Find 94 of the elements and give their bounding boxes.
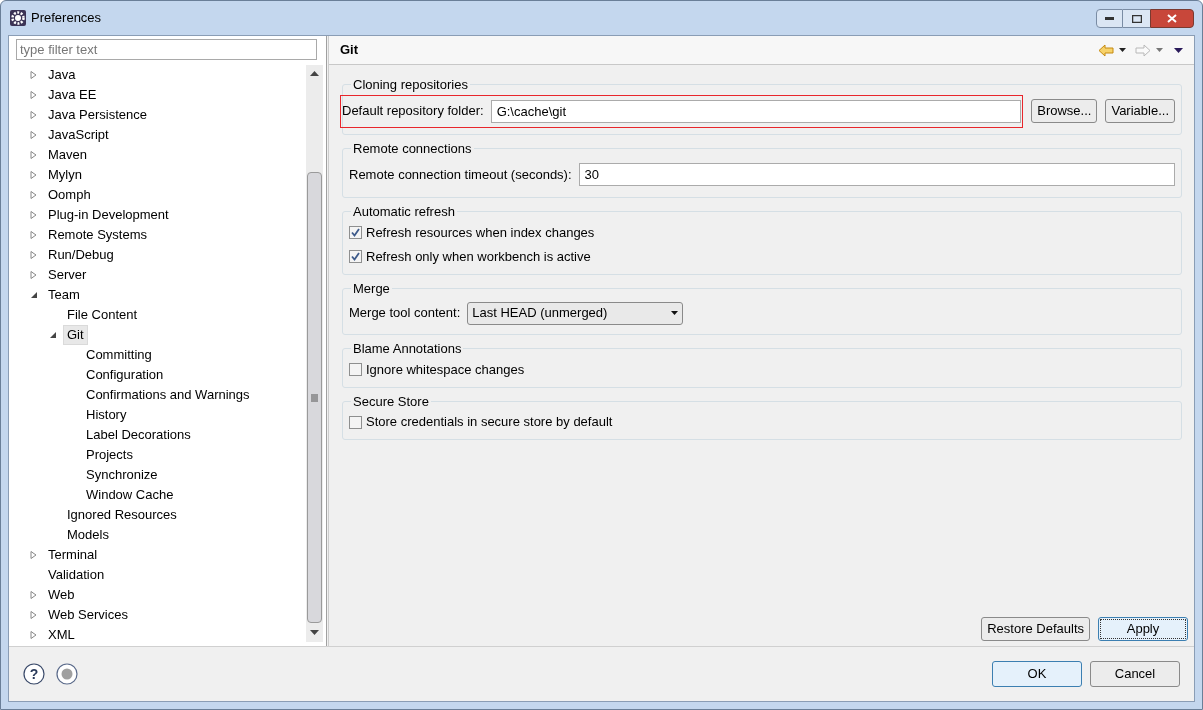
dropdown[interactable]: Last HEAD (unmerged)	[467, 301, 684, 325]
tree-item[interactable]: Maven	[44, 145, 92, 165]
field-label: Default repository folder:	[342, 102, 484, 121]
view-menu-icon[interactable]	[1174, 47, 1183, 53]
collapsed-arrow-icon[interactable]	[30, 71, 37, 79]
tree-item[interactable]: JavaScript	[44, 125, 113, 145]
tree-item[interactable]: Web Services	[44, 605, 132, 625]
tree-item[interactable]: Remote Systems	[44, 225, 151, 245]
collapsed-arrow-icon[interactable]	[30, 151, 37, 159]
record-icon[interactable]	[56, 663, 78, 685]
tree-item[interactable]: Web	[44, 585, 79, 605]
collapsed-arrow-icon[interactable]	[30, 191, 37, 199]
checkbox-label: Store credentials in secure store by default	[366, 413, 613, 432]
tree-item[interactable]: Oomph	[44, 185, 95, 205]
page-title: Git	[340, 41, 359, 60]
checkbox[interactable]	[349, 226, 362, 239]
variables-button[interactable]: Variable...	[1105, 99, 1175, 123]
text-field[interactable]: 30	[578, 163, 1175, 186]
group-title: Blame Annotations	[352, 340, 463, 358]
tree-item[interactable]: Team	[44, 285, 84, 305]
help-icon[interactable]: ?	[23, 663, 45, 685]
collapsed-arrow-icon[interactable]	[30, 631, 37, 639]
tree-item[interactable]: Plug-in Development	[44, 205, 173, 225]
close-icon	[1167, 14, 1177, 23]
expanded-arrow-icon[interactable]	[49, 331, 56, 339]
tree-item[interactable]: Committing	[82, 345, 156, 365]
close-button[interactable]	[1150, 9, 1194, 28]
maximize-icon	[1131, 14, 1142, 23]
forward-arrow-icon[interactable]	[1135, 43, 1151, 57]
tree-item[interactable]: Window Cache	[82, 485, 178, 505]
dropdown-icon[interactable]	[1119, 48, 1126, 52]
group-title: Remote connections	[352, 139, 473, 158]
tree-item[interactable]: Configuration	[82, 365, 168, 385]
collapsed-arrow-icon[interactable]	[30, 171, 37, 179]
tree-item[interactable]: Run/Debug	[44, 245, 118, 265]
tree-item[interactable]: Java EE	[44, 85, 101, 105]
collapsed-arrow-icon[interactable]	[30, 551, 37, 559]
back-arrow-icon[interactable]	[1098, 43, 1114, 57]
tree-item[interactable]: Label Decorations	[82, 425, 195, 445]
group-title: Secure Store	[352, 392, 430, 411]
field-label: Merge tool content:	[349, 304, 461, 323]
group-title: Merge	[352, 279, 391, 298]
tree-item[interactable]: Java	[44, 65, 80, 85]
window-title: Preferences	[31, 9, 102, 28]
filter-field[interactable]: type filter text	[16, 39, 317, 60]
scrollbar[interactable]	[306, 65, 323, 642]
collapsed-arrow-icon[interactable]	[30, 271, 37, 279]
tree-item[interactable]: Confirmations and Warnings	[82, 385, 254, 405]
checkbox[interactable]	[349, 250, 362, 263]
collapsed-arrow-icon[interactable]	[30, 611, 37, 619]
checkbox[interactable]	[349, 363, 362, 376]
tree-item[interactable]: XML	[44, 625, 79, 645]
collapsed-arrow-icon[interactable]	[30, 231, 37, 239]
collapsed-arrow-icon[interactable]	[30, 131, 37, 139]
checkbox-label: Refresh only when workbench is active	[366, 247, 591, 266]
scroll-down-icon	[310, 630, 319, 635]
tree-item[interactable]: Models	[63, 525, 113, 545]
tree-item[interactable]: Ignored Resources	[63, 505, 181, 525]
tree-item[interactable]: Synchronize	[82, 465, 162, 485]
tree-item[interactable]: Server	[44, 265, 91, 285]
tree-item[interactable]: Java Persistence	[44, 105, 151, 125]
minimize-button[interactable]	[1096, 9, 1123, 28]
scrollbar-thumb[interactable]	[307, 172, 322, 623]
tree-item[interactable]: Projects	[82, 445, 137, 465]
text-field[interactable]: G:\cache\git	[490, 99, 1022, 123]
checkbox-label: Ignore whitespace changes	[366, 360, 525, 379]
scroll-up-icon	[310, 71, 319, 76]
checkbox[interactable]	[349, 415, 362, 429]
group-title: Automatic refresh	[352, 203, 456, 221]
group-title: Cloning repositories	[352, 76, 469, 94]
minimize-icon	[1105, 17, 1114, 20]
collapsed-arrow-icon[interactable]	[30, 591, 37, 599]
grip-icon	[311, 393, 318, 402]
browse-button[interactable]: Browse...	[1031, 99, 1098, 123]
tree-item[interactable]: Mylyn	[44, 165, 86, 185]
restore-defaults-button[interactable]: Restore Defaults	[981, 617, 1090, 641]
field-label: Remote connection timeout (seconds):	[349, 165, 572, 184]
collapsed-arrow-icon[interactable]	[30, 211, 37, 219]
collapsed-arrow-icon[interactable]	[30, 111, 37, 119]
dropdown-arrow-icon	[671, 311, 679, 315]
expanded-arrow-icon[interactable]	[30, 291, 37, 299]
checkbox-label: Refresh resources when index changes	[366, 223, 595, 242]
apply-button[interactable]: Apply	[1098, 617, 1188, 641]
tree-item[interactable]: Terminal	[44, 545, 102, 565]
maximize-button[interactable]	[1123, 9, 1150, 28]
collapsed-arrow-icon[interactable]	[30, 91, 37, 99]
gear-icon	[9, 9, 27, 27]
tree-item[interactable]: History	[82, 405, 131, 425]
collapsed-arrow-icon[interactable]	[30, 251, 37, 259]
tree-item[interactable]: Validation	[44, 565, 109, 585]
ok-button[interactable]: OK	[992, 661, 1082, 687]
cancel-button[interactable]: Cancel	[1090, 661, 1180, 687]
tree-item[interactable]: File Content	[63, 305, 142, 325]
tree-item[interactable]: Git	[63, 325, 88, 345]
